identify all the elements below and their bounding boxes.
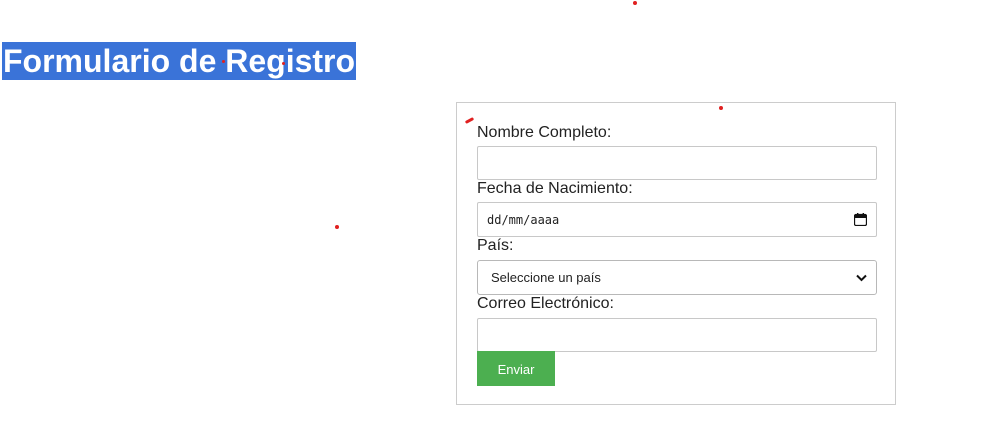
registration-form: Nombre Completo: Fecha de Nacimiento: dd… (456, 102, 896, 405)
country-select[interactable]: Seleccione un país (477, 260, 877, 295)
annotation-dot (335, 225, 339, 229)
annotation-dot (719, 106, 723, 110)
calendar-icon[interactable] (853, 213, 867, 227)
birthdate-label: Fecha de Nacimiento: (477, 180, 633, 197)
country-label: País: (477, 237, 514, 254)
birthdate-placeholder: dd/mm/aaaa (487, 212, 560, 227)
name-input[interactable] (477, 146, 877, 180)
email-label: Correo Electrónico: (477, 295, 614, 312)
page-title: Formulario de Registro (2, 42, 357, 80)
annotation-dot (282, 62, 285, 65)
country-selected-value: Seleccione un país (491, 270, 601, 285)
annotation-dot (633, 1, 637, 5)
annotation-dot (222, 60, 225, 63)
chevron-down-icon (855, 272, 867, 284)
name-label: Nombre Completo: (477, 124, 612, 141)
submit-button[interactable]: Enviar (477, 351, 555, 386)
birthdate-input[interactable]: dd/mm/aaaa (477, 202, 877, 237)
email-input[interactable] (477, 318, 877, 352)
